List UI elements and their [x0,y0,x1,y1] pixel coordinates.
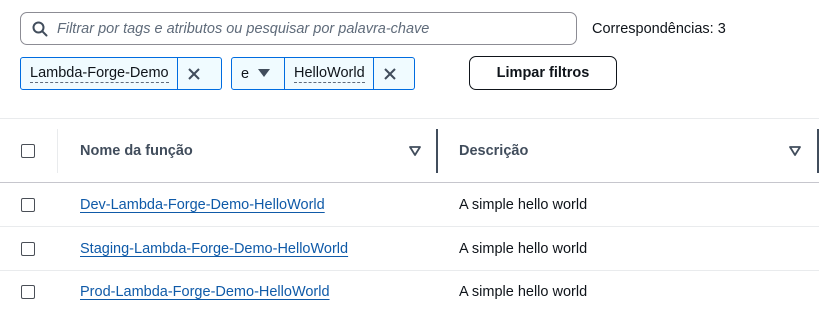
filter-token-label[interactable]: Lambda-Forge-Demo [21,58,177,89]
column-header-description[interactable]: Descrição [459,143,528,159]
column-header-name[interactable]: Nome da função [80,143,193,159]
clear-filters-button[interactable]: Limpar filtros [469,56,617,90]
column-divider [57,129,58,173]
function-description: A simple hello world [459,284,588,300]
column-resize-handle[interactable] [817,129,819,173]
column-resize-handle[interactable] [436,129,438,173]
search-input[interactable] [57,20,576,37]
filter-token-tag: Lambda-Forge-Demo [20,57,222,90]
table-header: Nome da função Descrição [0,118,819,183]
function-name-link[interactable]: Staging-Lambda-Forge-Demo-HelloWorld [80,241,348,257]
table-row: Dev-Lambda-Forge-Demo-HelloWorld A simpl… [0,183,819,227]
select-all-checkbox[interactable] [21,144,35,158]
sort-down-icon[interactable] [409,146,421,156]
table-row: Staging-Lambda-Forge-Demo-HelloWorld A s… [0,227,819,271]
caret-down-icon [258,69,271,78]
remove-token-button[interactable] [372,58,407,89]
table-row: Prod-Lambda-Forge-Demo-HelloWorld A simp… [0,270,819,313]
sort-down-icon[interactable] [789,146,801,156]
function-description: A simple hello world [459,197,588,213]
function-description: A simple hello world [459,241,588,257]
row-checkbox[interactable] [21,198,35,212]
filter-token-value: HelloWorld [284,57,415,90]
remove-token-button[interactable] [176,58,211,89]
operator-value: e [241,65,250,82]
close-icon [384,67,396,80]
search-box[interactable] [20,12,577,45]
function-name-link[interactable]: Dev-Lambda-Forge-Demo-HelloWorld [80,197,325,213]
row-checkbox[interactable] [21,285,35,299]
operator-select[interactable]: e [231,57,285,90]
filter-token-label[interactable]: HelloWorld [285,58,373,89]
search-icon [32,21,48,37]
match-count: Correspondências: 3 [592,21,726,37]
function-name-link[interactable]: Prod-Lambda-Forge-Demo-HelloWorld [80,284,330,300]
row-checkbox[interactable] [21,242,35,256]
lambda-functions-panel: Correspondências: 3 Lambda-Forge-Demo e … [0,0,819,313]
close-icon [188,67,200,80]
